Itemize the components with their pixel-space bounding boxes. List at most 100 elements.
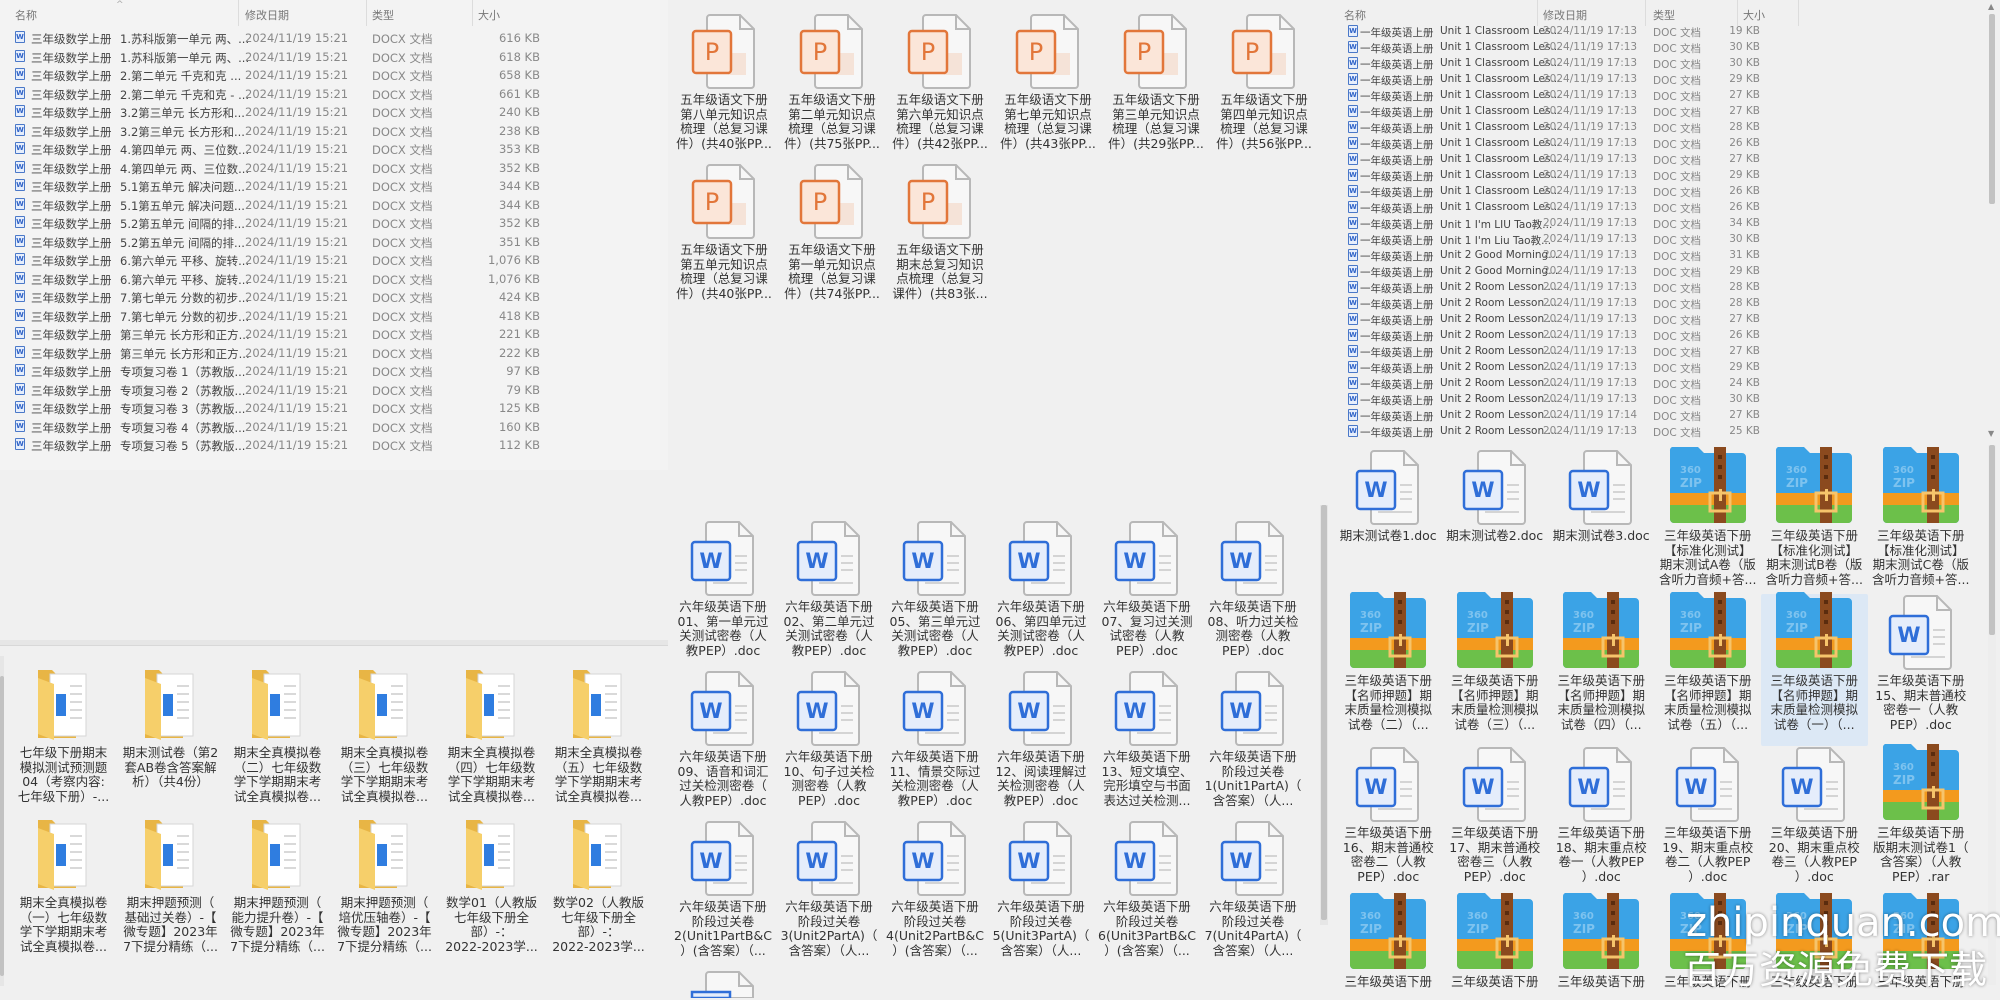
file-item[interactable]: W 期末测试卷1.doc	[1335, 449, 1442, 594]
file-row[interactable]: W 一年级英语上册 Unit 2 Room Lesson ... 2024/11/19…	[1340, 313, 2000, 329]
file-row[interactable]: W 三年级数学上册 5.1第五单元 解决问题... 2024/11/19 15:21 D…	[0, 179, 668, 198]
file-item[interactable]: W 六年级英语下册 阶段过关卷 5(Unit3PartA)（ 含答案）（人...	[988, 820, 1094, 970]
file-row[interactable]: W 三年级数学上册 7.第七单元 分数的初步... 2024/11/19 15:21 D…	[0, 308, 668, 328]
file-item[interactable]: W 六年级英语下册 09、语音和词汇 过关检测密卷（ 人教PEP）.doc	[670, 670, 776, 820]
file-row[interactable]: W 三年级数学上册 6.第六单元 平移、旋转... 2024/11/19 15:21 D…	[0, 271, 668, 291]
file-item[interactable]: 360 ZIP 三年级英语下册	[1335, 893, 1442, 991]
file-row[interactable]: W 一年级英语上册 Unit 1 Classroom Les... 2024/11/1…	[1340, 57, 2000, 73]
file-row[interactable]: W 一年级英语上册 Unit 1 Classroom Les... 2024/11/1…	[1340, 41, 2000, 57]
file-item[interactable]: 360 ZIP 三年级英语下册 【名师押题】期 末质量检测模拟 试卷（二）（...	[1335, 592, 1442, 746]
file-row[interactable]: W 一年级英语上册 Unit 2 Room Lesson ... 2024/11/19…	[1340, 361, 2000, 377]
file-item[interactable]: P 五年级语文下册 第三单元知识点 梳理（总复习课 件）(共29张PP...	[1102, 13, 1210, 163]
file-item[interactable]: W 三年级英语下册 17、期末普通校 密卷三（人教 PEP）.doc	[1442, 746, 1549, 895]
file-item[interactable]: W 三年级英语下册 16、期末普通校 密卷二（人教 PEP）.doc	[1335, 746, 1442, 895]
file-row[interactable]: W 三年级数学上册 2.第二单元 千克和克 - ... 2024/11/19 15:2…	[0, 86, 668, 106]
file-item[interactable]: W 六年级英语下册 阶段过关卷 4(Unit2PartB&C ）(含答案）（...	[882, 820, 988, 970]
file-row[interactable]: W 一年级英语上册 Unit 2 Room Lesson ... 2024/11/19…	[1340, 345, 2000, 361]
file-item[interactable]: 期末全真模拟卷 （二）七年级数 学下学期期末考 试全真模拟卷...	[224, 666, 331, 816]
file-item[interactable]: 期末测试卷（第2 套AB卷含答案解 析）（共4份）	[117, 666, 224, 816]
column-header-date[interactable]: 修改日期	[245, 7, 289, 23]
file-item[interactable]: 360 ZIP 三年级英语下册 【标准化测试】 期末测试A卷（版 含听力音频+答...	[1655, 447, 1762, 594]
file-item[interactable]: 360 ZIP 三年级英语下册 版期末测试卷1（ 含答案）（人教 PEP）.rar	[1868, 744, 1975, 895]
file-item[interactable]: P 五年级语文下册 第二单元知识点 梳理（总复习课 件）(共75张PP...	[778, 13, 886, 163]
file-item[interactable]: P 五年级语文下册 第五单元知识点 梳理（总复习课 件）(共40张PP...	[670, 163, 778, 313]
file-item[interactable]: 360 ZIP 三年级英语下册 【名师押题】期 末质量检测模拟 试卷（一）（...	[1761, 592, 1868, 746]
file-row[interactable]: W 一年级英语上册 Unit 1 I'm Liu Tao教... 2024/11/19…	[1340, 233, 2000, 249]
column-header-date[interactable]: 修改日期	[1543, 7, 1587, 23]
file-row[interactable]: W 一年级英语上册 Unit 2 Room Lesson ... 2024/11/19…	[1340, 329, 2000, 345]
file-row[interactable]: W 一年级英语上册 Unit 2 Room Lesson ... 2024/11/19…	[1340, 393, 2000, 409]
file-row[interactable]: W 一年级英语上册 Unit 1 Classroom Les... 2024/11/1…	[1340, 121, 2000, 137]
file-row[interactable]: W 一年级英语上册 Unit 1 Classroom Les... 2024/11/1…	[1340, 153, 2000, 169]
file-item[interactable]: 360 ZIP 三年级英语下册 【名师押题】期 末质量检测模拟 试卷（五）（...	[1655, 592, 1762, 746]
file-row[interactable]: W 一年级英语上册 Unit 1 Classroom Les... 2024/11/1…	[1340, 105, 2000, 121]
column-divider[interactable]	[238, 0, 239, 26]
file-item[interactable]	[670, 970, 776, 998]
file-row[interactable]: W 三年级数学上册 2.第二单元 千克和克 ... 2024/11/19 15:21 D…	[0, 68, 668, 87]
scroll-up-icon[interactable]: ▲	[1988, 2, 1994, 11]
file-row[interactable]: W 三年级数学上册 1.苏科版第一单元 两、... 2024/11/19 15:21 D…	[0, 49, 668, 69]
column-divider[interactable]	[1798, 0, 1799, 26]
file-row[interactable]: W 三年级数学上册 5.1第五单元 解决问题... 2024/11/19 15:21 D…	[0, 197, 668, 217]
file-item[interactable]: 360 ZIP 三年级英语下册 【标准化测试】 期末测试B卷（版 含听力音频+答...	[1761, 447, 1868, 594]
file-row[interactable]: W 一年级英语上册 Unit 1 Classroom Les... 2024/11/1…	[1340, 89, 2000, 105]
column-divider[interactable]	[1645, 0, 1646, 26]
file-row[interactable]: W 三年级数学上册 3.2第三单元 长方形和... 2024/11/19 15:21 D…	[0, 105, 668, 124]
file-item[interactable]: W 三年级英语下册 15、期末普通校 密卷一（人教 PEP）.doc	[1868, 594, 1975, 746]
column-header-name[interactable]: 名称	[15, 7, 37, 23]
column-header-size[interactable]: 大小	[1743, 7, 1765, 23]
file-item[interactable]: 期末押题预测（ 基础过关卷）-【 微专题】2023年 7下提分精练（...	[117, 816, 224, 966]
file-item[interactable]: W 期末测试卷2.doc	[1442, 449, 1549, 594]
file-item[interactable]: P 五年级语文下册 第七单元知识点 梳理（总复习课 件）(共43张PP...	[994, 13, 1102, 163]
file-item[interactable]: W 三年级英语下册 19、期末重点校 卷二（人教PEP ）.doc	[1655, 746, 1762, 895]
file-item[interactable]: 期末全真模拟卷 （三）七年级数 学下学期期末考 试全真模拟卷...	[331, 666, 438, 816]
column-divider[interactable]	[1737, 0, 1738, 26]
column-header-name[interactable]: 名称	[1344, 7, 1366, 23]
file-item[interactable]: W 六年级英语下册 02、第二单元过 关测试密卷（人 教PEP）.doc	[776, 520, 882, 670]
file-row[interactable]: W 一年级英语上册 Unit 1 I'm LIU Tao教... 2024/11/19…	[1340, 217, 2000, 233]
file-row[interactable]: W 一年级英语上册 Unit 1 Classroom Les... 2024/11/1…	[1340, 169, 2000, 185]
file-row[interactable]: W 一年级英语上册 Unit 1 Classroom Les... 2024/11/1…	[1340, 25, 2000, 41]
file-row[interactable]: W 三年级数学上册 5.2第五单元 间隔的排... 2024/11/19 15:21 D…	[0, 216, 668, 235]
file-row[interactable]: W 一年级英语上册 Unit 2 Room Lesson ... 2024/11/19…	[1340, 425, 2000, 441]
file-row[interactable]: W 三年级数学上册 第三单元 长方形和正方... 2024/11/19 15:21 DO…	[0, 345, 668, 365]
file-row[interactable]: W 一年级英语上册 Unit 2 Good Morning... 2024/11/19…	[1340, 249, 2000, 265]
file-row[interactable]: W 三年级数学上册 专项复习卷 1（苏教版... 2024/11/19 15:21 DO…	[0, 364, 668, 383]
file-row[interactable]: W 三年级数学上册 第三单元 长方形和正方... 2024/11/19 15:21 DO…	[0, 327, 668, 346]
file-item[interactable]: 360 ZIP 三年级英语下册	[1548, 893, 1655, 991]
file-row[interactable]: W 三年级数学上册 3.2第三单元 长方形和... 2024/11/19 15:21 D…	[0, 123, 668, 143]
column-divider[interactable]	[1537, 0, 1538, 26]
file-item[interactable]: W 六年级英语下册 12、阅读理解过 关检测密卷（人 教PEP）.doc	[988, 670, 1094, 820]
file-item[interactable]: W 六年级英语下册 06、第四单元过 关测试密卷（人 教PEP）.doc	[988, 520, 1094, 670]
file-item[interactable]: W 三年级英语下册 18、期末重点校 卷一（人教PEP ）.doc	[1548, 746, 1655, 895]
scrollbar[interactable]	[1320, 505, 1328, 925]
file-item[interactable]: W 三年级英语下册 20、期末重点校 卷三（人教PEP ）.doc	[1761, 746, 1868, 895]
file-row[interactable]: W 三年级数学上册 专项复习卷 3（苏教版... 2024/11/19 15:21 DO…	[0, 401, 668, 420]
file-item[interactable]: 360 ZIP 三年级英语下册 【名师押题】期 末质量检测模拟 试卷（四）（...	[1548, 592, 1655, 746]
file-item[interactable]: 期末全真模拟卷 （五）七年级数 学下学期期末考 试全真模拟卷...	[545, 666, 652, 816]
file-row[interactable]: W 三年级数学上册 4.第四单元 两、三位数... 2024/11/19 15:21 D…	[0, 160, 668, 180]
file-item[interactable]: W 六年级英语下册 08、听力过关检 测密卷（人教 PEP）.doc	[1200, 520, 1306, 670]
column-divider[interactable]	[366, 0, 367, 26]
scroll-down-icon[interactable]: ▼	[1988, 429, 1994, 438]
file-row[interactable]: W 一年级英语上册 Unit 1 Classroom Les... 2024/11/1…	[1340, 137, 2000, 153]
file-row[interactable]: W 三年级数学上册 6.第六单元 平移、旋转... 2024/11/19 15:21 D…	[0, 253, 668, 272]
column-header-type[interactable]: 类型	[1653, 7, 1675, 23]
file-row[interactable]: W 三年级数学上册 专项复习卷 5（苏教版... 2024/11/19 15:21 DO…	[0, 438, 668, 457]
file-row[interactable]: W 三年级数学上册 4.第四单元 两、三位数... 2024/11/19 15:21 D…	[0, 142, 668, 161]
file-row[interactable]: W 一年级英语上册 Unit 2 Room Lesson ... 2024/11/19…	[1340, 409, 2000, 425]
scrollbar[interactable]: ▲ ▼	[1986, 0, 1998, 440]
column-header-size[interactable]: 大小	[478, 7, 500, 23]
file-item[interactable]: W 六年级英语下册 阶段过关卷 1(Unit1PartA)（ 含答案）（人...	[1200, 670, 1306, 820]
file-item[interactable]: W 六年级英语下册 10、句子过关检 测密卷（人教 PEP）.doc	[776, 670, 882, 820]
file-item[interactable]: W 六年级英语下册 阶段过关卷 3(Unit2PartA)（ 含答案）（人...	[776, 820, 882, 970]
file-row[interactable]: W 一年级英语上册 Unit 2 Room Lesson ... 2024/11/19…	[1340, 281, 2000, 297]
file-item[interactable]: 360 ZIP 三年级英语下册	[1442, 893, 1549, 991]
file-item[interactable]: 期末押题预测（ 能力提升卷）-【 微专题】2023年 7下提分精练（...	[224, 816, 331, 966]
file-item[interactable]: P 五年级语文下册 第六单元知识点 梳理（总复习课 件）(共42张PP...	[886, 13, 994, 163]
column-header-type[interactable]: 类型	[372, 7, 394, 23]
file-item[interactable]: W 六年级英语下册 阶段过关卷 6(Unit3PartB&C ）(含答案）（...	[1094, 820, 1200, 970]
file-item[interactable]: 数学02（人教版 七年级下册全 部）-： 2022-2023学...	[545, 816, 652, 966]
file-row[interactable]: W 一年级英语上册 Unit 1 Classroom Les... 2024/11/1…	[1340, 201, 2000, 217]
file-row[interactable]: W 一年级英语上册 Unit 2 Good Morning... 2024/11/19…	[1340, 265, 2000, 281]
